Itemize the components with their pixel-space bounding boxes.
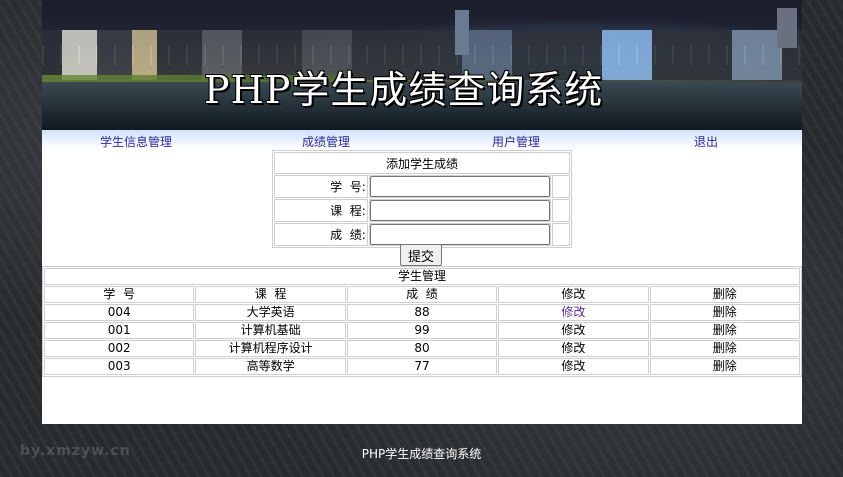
cell-id: 003 (44, 358, 195, 375)
table-row: 003 高等数学 77 修改 删除 (44, 358, 800, 375)
column-header-id: 学 号 (44, 286, 195, 303)
cell-course: 高等数学 (195, 358, 346, 375)
nav-user-management[interactable]: 用户管理 (492, 134, 540, 150)
cell-course: 大学英语 (195, 304, 346, 321)
footer-text: PHP学生成绩查询系统 (361, 447, 482, 461)
cell-id: 001 (44, 322, 195, 339)
page-container: PHP学生成绩查询系统 学生信息管理 成绩管理 用户管理 退出 添加学生成绩 学… (42, 0, 802, 424)
table-row: 002 计算机程序设计 80 修改 删除 (44, 340, 800, 357)
nav-student-info[interactable]: 学生信息管理 (100, 134, 172, 150)
cell-score: 77 (346, 358, 498, 375)
delete-link[interactable]: 删除 (713, 323, 737, 337)
cell-course: 计算机程序设计 (195, 340, 346, 357)
nav-bar: 学生信息管理 成绩管理 用户管理 退出 (42, 130, 802, 149)
add-score-form: 添加学生成绩 学 号: 课 程: 成 绩: (272, 150, 572, 248)
cell-score: 88 (346, 304, 498, 321)
edit-link[interactable]: 修改 (561, 341, 585, 355)
column-header-edit: 修改 (498, 286, 649, 303)
edit-link[interactable]: 修改 (561, 305, 585, 319)
course-label: 课 程: (274, 199, 368, 222)
course-input[interactable] (369, 200, 550, 221)
delete-link[interactable]: 删除 (713, 359, 737, 373)
column-header-score: 成 绩 (346, 286, 498, 303)
table-caption: 学生管理 (44, 268, 800, 285)
cell-course: 计算机基础 (195, 322, 346, 339)
student-score-table: 学生管理 学 号 课 程 成 绩 修改 删除 004 大学英语 88 修改 删除… (42, 266, 802, 377)
form-caption: 添加学生成绩 (274, 152, 570, 174)
cell-score: 99 (346, 322, 498, 339)
nav-score-management[interactable]: 成绩管理 (302, 134, 350, 150)
column-header-course: 课 程 (195, 286, 346, 303)
header-banner: PHP学生成绩查询系统 (42, 0, 802, 130)
submit-button[interactable]: 提交 (400, 244, 442, 266)
edit-link[interactable]: 修改 (561, 323, 585, 337)
cell-id: 004 (44, 304, 195, 321)
column-header-delete: 删除 (649, 286, 800, 303)
nav-logout[interactable]: 退出 (694, 134, 718, 150)
edit-link[interactable]: 修改 (561, 359, 585, 373)
student-id-input[interactable] (369, 176, 550, 197)
delete-link[interactable]: 删除 (713, 305, 737, 319)
banner-title: PHP学生成绩查询系统 (204, 68, 604, 112)
footer-divider (42, 420, 802, 423)
score-input[interactable] (369, 224, 550, 245)
cell-score: 80 (346, 340, 498, 357)
student-id-label: 学 号: (274, 175, 368, 198)
cell-id: 002 (44, 340, 195, 357)
table-header-row: 学 号 课 程 成 绩 修改 删除 (44, 286, 800, 303)
delete-link[interactable]: 删除 (713, 341, 737, 355)
score-label: 成 绩: (274, 223, 368, 246)
table-row: 001 计算机基础 99 修改 删除 (44, 322, 800, 339)
table-row: 004 大学英语 88 修改 删除 (44, 304, 800, 321)
